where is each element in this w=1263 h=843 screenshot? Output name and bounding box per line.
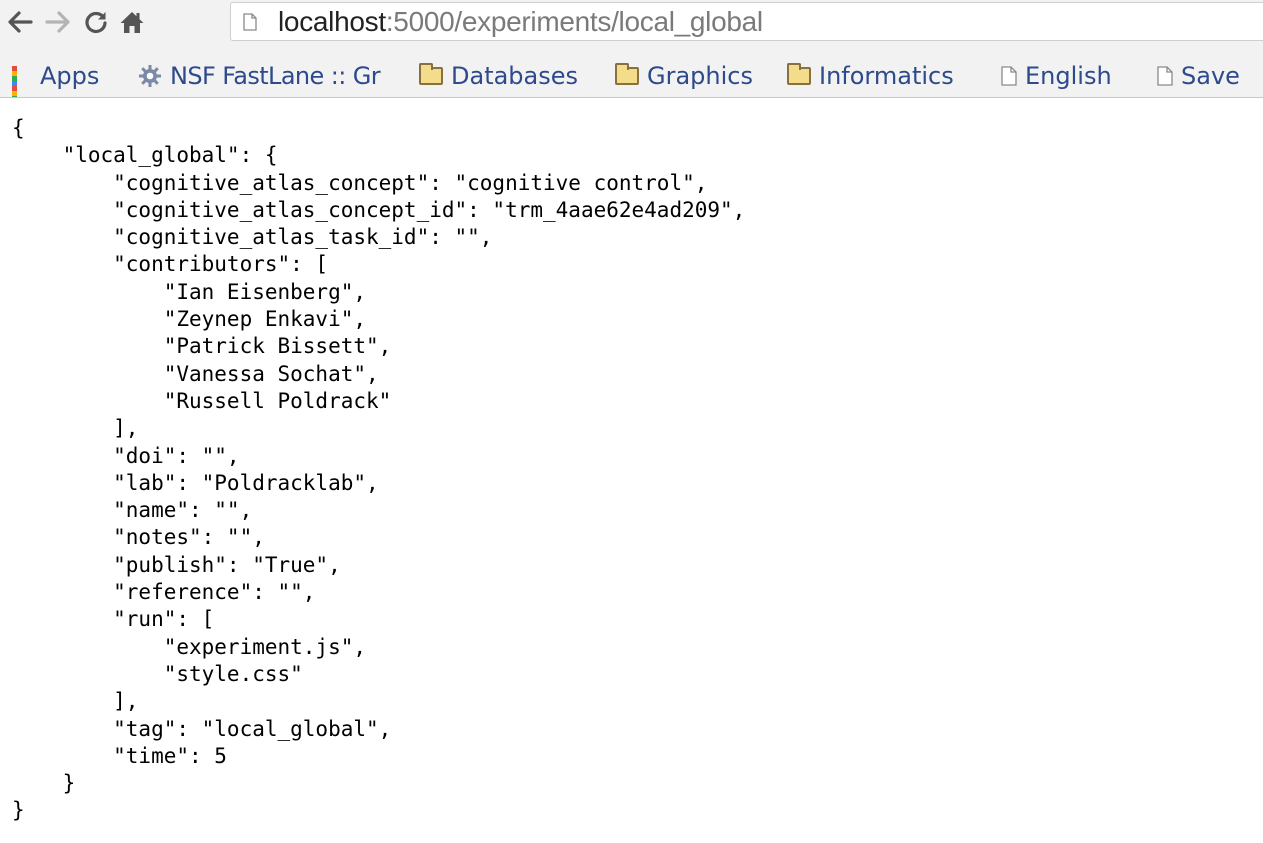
json-line: "Zeynep Enkavi", [12,307,367,332]
page-icon [1001,66,1017,86]
json-line: "reference": "", [12,580,316,605]
bookmark-label: Save [1181,62,1240,90]
json-line: "cognitive_atlas_task_id": "", [12,225,493,250]
page-icon [1157,66,1173,86]
json-line: ], [12,416,139,441]
json-line: "Russell Poldrack" [12,388,392,413]
home-button[interactable] [117,6,147,38]
back-arrow-icon [8,11,33,33]
json-line: ], [12,689,139,714]
json-line: "run": [ [12,607,215,632]
url-path: :5000/experiments/local_global [385,6,763,37]
json-line: "local_global": { [12,143,278,168]
json-line: "Ian Eisenberg", [12,279,367,304]
address-bar[interactable]: localhost:5000/experiments/local_global [230,2,1263,41]
bookmarks-bar: Apps NSF FastLane :: Gr Databases Graphi… [0,56,1263,98]
apps-grid-icon [12,66,32,97]
gear-icon [139,65,161,87]
json-line: "time": 5 [12,743,227,768]
json-line: "contributors": [ [12,252,329,277]
page-icon [243,13,257,31]
json-line: "style.css" [12,661,303,686]
back-button[interactable] [5,6,35,38]
forward-button[interactable] [43,6,73,38]
json-line: "publish": "True", [12,552,341,577]
bookmark-informatics[interactable]: Informatics [787,56,954,96]
url-text: localhost:5000/experiments/local_global [278,5,763,39]
bookmark-label: English [1025,62,1112,90]
folder-icon [419,63,443,85]
url-host: localhost [278,6,386,37]
json-line: "name": "", [12,498,253,523]
bookmark-label: Graphics [647,62,753,90]
bookmark-databases[interactable]: Databases [419,56,578,96]
bookmark-apps[interactable]: Apps [12,56,100,97]
bookmark-nsf-fastlane[interactable]: NSF FastLane :: Gr [138,56,381,96]
json-content: { "local_global": { "cognitive_atlas_con… [12,115,745,825]
home-icon [120,12,144,33]
bookmark-label: Informatics [819,62,954,90]
forward-arrow-icon [45,11,70,33]
json-line: "cognitive_atlas_concept_id": "trm_4aae6… [12,197,746,222]
browser-toolbar: localhost:5000/experiments/local_global [0,0,1263,56]
json-line: "experiment.js", [12,634,367,659]
reload-icon [85,11,107,34]
bookmark-english[interactable]: English [1001,56,1112,96]
bookmark-label: Apps [40,62,100,90]
reload-button[interactable] [81,6,111,38]
json-line: } [12,798,25,823]
bookmark-label: Databases [451,62,579,90]
json-line: } [12,771,76,796]
bookmark-graphics[interactable]: Graphics [615,56,753,96]
json-line: "doi": "", [12,443,240,468]
bookmark-label: NSF FastLane :: Gr [170,62,381,90]
json-line: "lab": "Poldracklab", [12,470,379,495]
bookmark-save[interactable]: Save [1157,56,1240,96]
json-line: "Vanessa Sochat", [12,361,379,386]
json-line: "cognitive_atlas_concept": "cognitive co… [12,170,708,195]
folder-icon [615,63,639,85]
json-line: { [12,116,25,140]
json-line: "tag": "local_global", [12,716,392,741]
json-line: "Patrick Bissett", [12,334,392,359]
folder-icon [787,63,811,85]
json-line: "notes": "", [12,525,265,550]
